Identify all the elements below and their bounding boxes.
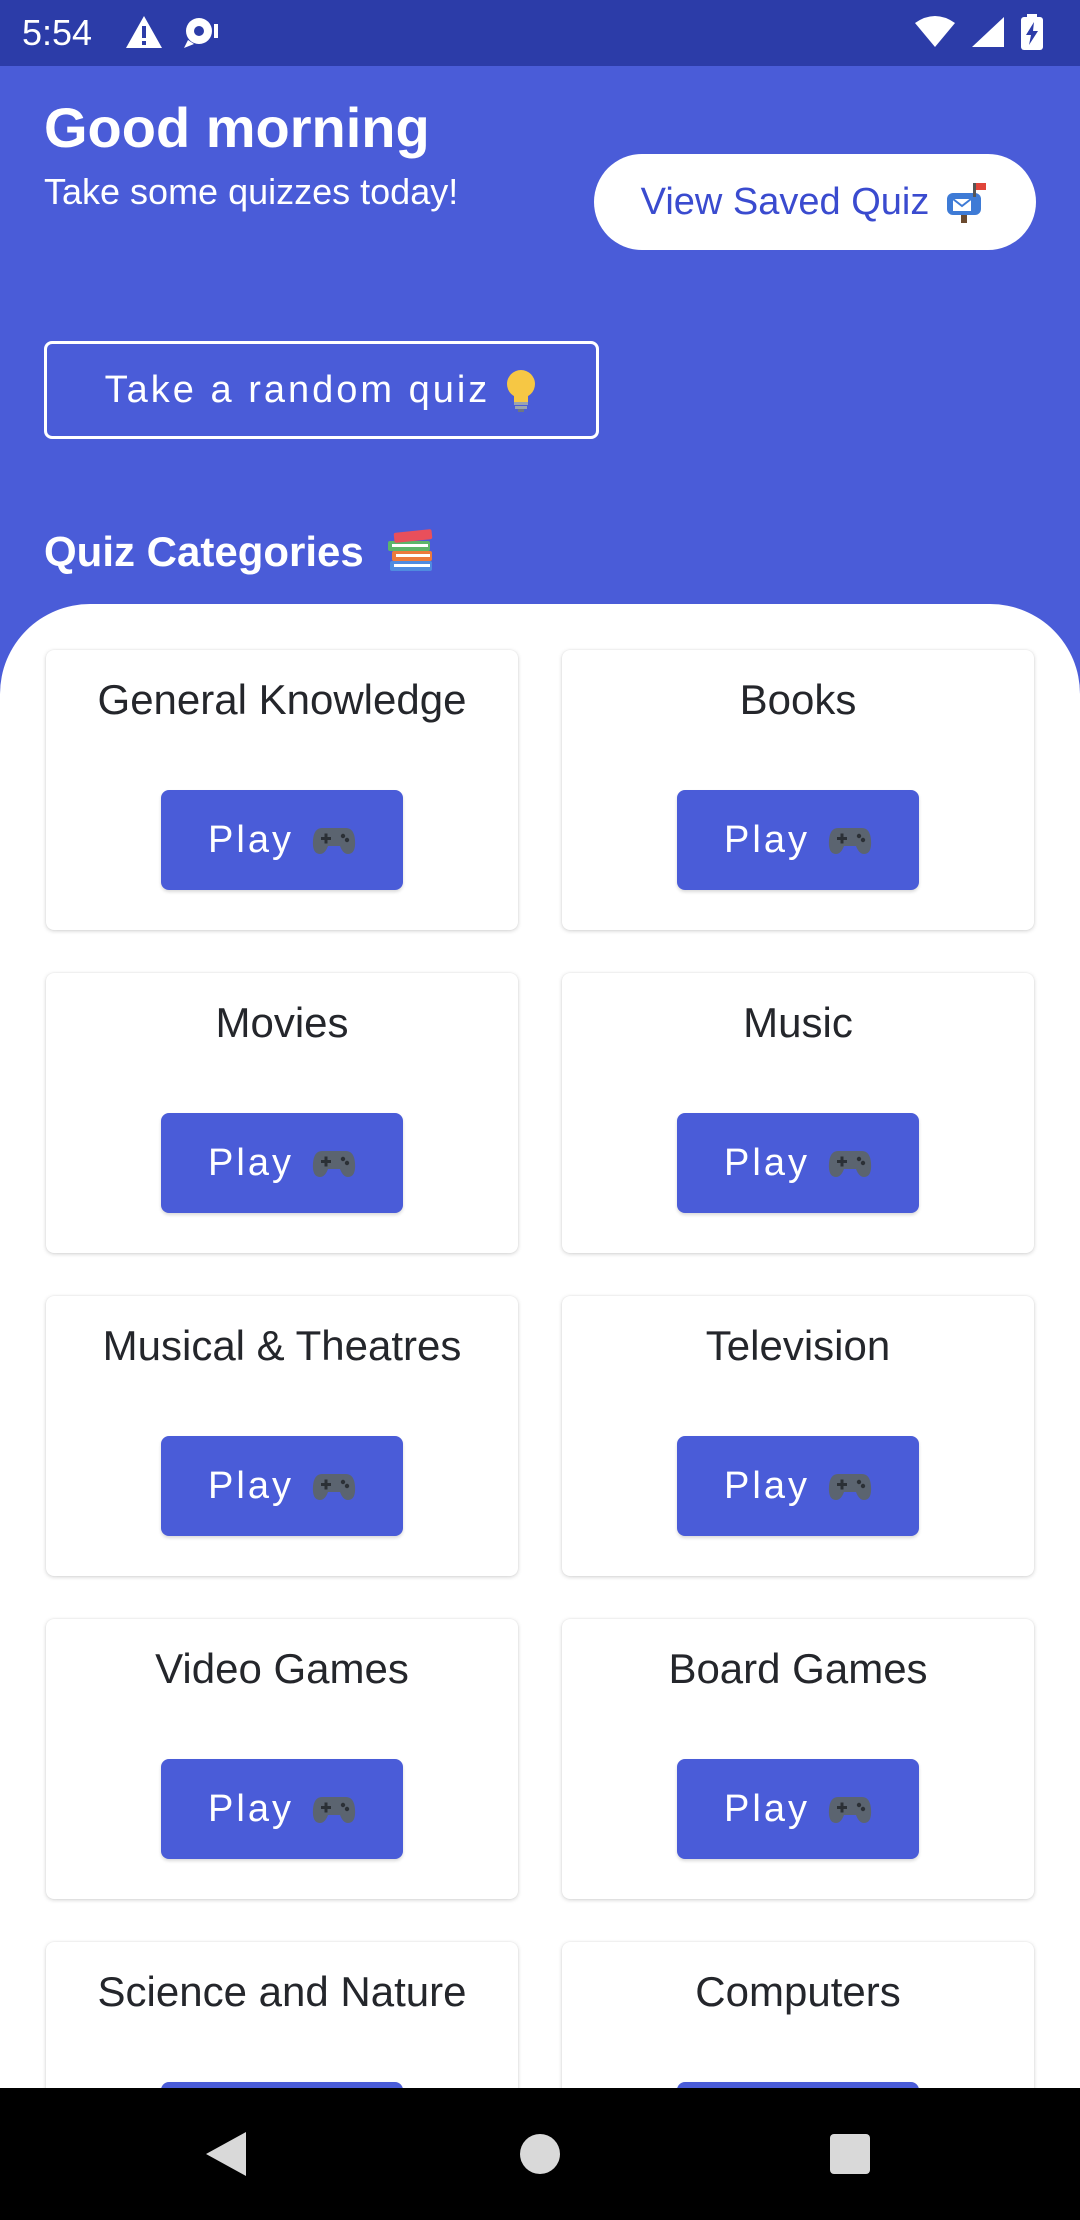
category-card-board-games: Board Games Play bbox=[562, 1619, 1034, 1899]
category-card-computers: Computers Play bbox=[562, 1942, 1034, 2088]
play-label: Play bbox=[208, 1464, 294, 1507]
play-label: Play bbox=[208, 1787, 294, 1830]
play-button-video-games[interactable]: Play bbox=[161, 1759, 403, 1859]
signal-icon bbox=[970, 15, 1006, 54]
play-button-general-knowledge[interactable]: Play bbox=[161, 790, 403, 890]
warning-icon bbox=[124, 14, 164, 55]
greeting-title: Good morning bbox=[44, 96, 430, 159]
play-label: Play bbox=[724, 818, 810, 861]
category-title: Television bbox=[705, 1322, 891, 1369]
play-button-books[interactable]: Play bbox=[677, 790, 919, 890]
category-title: General Knowledge bbox=[97, 676, 467, 723]
play-label: Play bbox=[724, 1464, 810, 1507]
game-controller-icon bbox=[828, 1147, 872, 1179]
play-button-board-games[interactable]: Play bbox=[677, 1759, 919, 1859]
view-saved-quiz-button[interactable]: View Saved Quiz bbox=[594, 154, 1036, 250]
category-card-science-nature: Science and Nature Play bbox=[46, 1942, 518, 2088]
play-label: Play bbox=[724, 1787, 810, 1830]
play-label: Play bbox=[724, 1141, 810, 1184]
status-time: 5:54 bbox=[22, 12, 93, 53]
category-title: Science and Nature bbox=[97, 1968, 467, 2015]
game-controller-icon bbox=[312, 1470, 356, 1502]
category-card-music: Music Play bbox=[562, 973, 1034, 1253]
category-title: Video Games bbox=[155, 1645, 409, 1692]
category-title: Board Games bbox=[668, 1645, 928, 1692]
category-title: Music bbox=[743, 999, 853, 1046]
quiz-categories-heading: Quiz Categories bbox=[44, 524, 436, 580]
category-title: Books bbox=[739, 676, 857, 723]
game-controller-icon bbox=[828, 1793, 872, 1825]
status-left-icons bbox=[124, 14, 222, 55]
category-card-books: Books Play bbox=[562, 650, 1034, 930]
category-title: Computers bbox=[695, 1968, 901, 2015]
category-card-musical-theatres: Musical & Theatres Play bbox=[46, 1296, 518, 1576]
battery-charging-icon bbox=[1020, 14, 1044, 55]
wifi-icon bbox=[914, 15, 956, 54]
play-button-music[interactable]: Play bbox=[677, 1113, 919, 1213]
game-controller-icon bbox=[828, 1470, 872, 1502]
play-button-television[interactable]: Play bbox=[677, 1436, 919, 1536]
take-random-quiz-label: Take a random quiz bbox=[104, 368, 491, 411]
view-saved-quiz-label: View Saved Quiz bbox=[640, 180, 930, 223]
game-controller-icon bbox=[312, 1147, 356, 1179]
category-card-general-knowledge: General Knowledge Play bbox=[46, 650, 518, 930]
greeting-subtitle: Take some quizzes today! bbox=[44, 171, 459, 212]
lightbulb-icon bbox=[504, 368, 538, 412]
play-label: Play bbox=[208, 818, 294, 861]
game-controller-icon bbox=[312, 1793, 356, 1825]
take-random-quiz-button[interactable]: Take a random quiz bbox=[44, 341, 599, 439]
game-controller-icon bbox=[312, 824, 356, 856]
category-card-television: Television Play bbox=[562, 1296, 1034, 1576]
status-right-icons bbox=[914, 14, 1044, 55]
mailbox-icon bbox=[943, 181, 989, 223]
play-button-movies[interactable]: Play bbox=[161, 1113, 403, 1213]
quiz-categories-title: Quiz Categories bbox=[44, 528, 364, 575]
home-icon[interactable] bbox=[510, 2124, 570, 2184]
back-icon[interactable] bbox=[196, 2124, 256, 2184]
play-button-musical-theatres[interactable]: Play bbox=[161, 1436, 403, 1536]
play-label: Play bbox=[208, 1141, 294, 1184]
categories-sheet: General Knowledge Play Books Play Movies… bbox=[0, 604, 1080, 2088]
system-nav-bar bbox=[0, 2088, 1080, 2220]
category-title: Musical & Theatres bbox=[102, 1322, 462, 1369]
category-card-video-games: Video Games Play bbox=[46, 1619, 518, 1899]
categories-grid: General Knowledge Play Books Play Movies… bbox=[46, 650, 1034, 2088]
category-card-movies: Movies Play bbox=[46, 973, 518, 1253]
status-bar: 5:54 bbox=[0, 0, 1080, 66]
game-controller-icon bbox=[828, 824, 872, 856]
recents-icon[interactable] bbox=[820, 2124, 880, 2184]
category-title: Movies bbox=[215, 999, 349, 1046]
notification-icon bbox=[182, 14, 222, 55]
books-icon bbox=[386, 529, 436, 575]
